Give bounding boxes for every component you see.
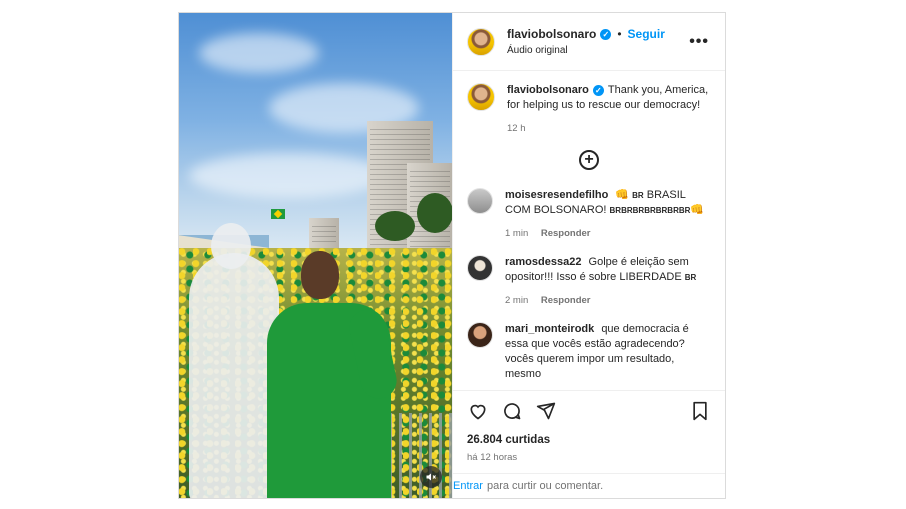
comment-username[interactable]: mari_monteirodk (505, 323, 594, 335)
paper-plane-icon (536, 402, 556, 419)
save-button[interactable] (687, 398, 713, 424)
avatar[interactable] (467, 255, 493, 281)
comment-time: 2 min (505, 295, 529, 306)
separator-dot: • (617, 27, 622, 41)
building (309, 218, 339, 248)
comment-button[interactable] (499, 398, 525, 424)
avatar[interactable] (467, 188, 493, 214)
share-button[interactable] (533, 398, 559, 424)
bookmark-icon (693, 401, 707, 420)
verified-badge-icon: ✓ (592, 85, 604, 96)
flag-text: BR (632, 191, 644, 200)
palm-tree (375, 211, 415, 241)
comment-username[interactable]: ramosdessa22 (505, 256, 581, 268)
header-line: flaviobolsonaro ✓ • Seguir (507, 27, 665, 41)
comment-emoji: 👊 (615, 189, 630, 201)
reply-button[interactable]: Responder (541, 228, 591, 239)
comment-body: ramosdessa22 Golpe é eleição sem oposito… (505, 255, 711, 308)
cloud (189, 153, 389, 198)
heart-icon (470, 404, 486, 419)
post-timestamp: há 12 horas (467, 452, 518, 463)
comment-username[interactable]: moisesresendefilho (505, 189, 608, 201)
add-comment-bar: Entrar para curtir ou comentar. (453, 473, 725, 498)
caption-time: 12 h (507, 123, 526, 134)
brazil-flag (271, 209, 285, 219)
audio-link[interactable]: Áudio original (507, 45, 665, 56)
comment-item: moisesresendefilho 👊 BR BRASIL COM BOLSO… (467, 188, 711, 241)
mute-button[interactable] (420, 466, 442, 488)
caption: flaviobolsonaro ✓ Thank you, America, for … (467, 83, 711, 136)
caption-username[interactable]: flaviobolsonaro (507, 84, 589, 96)
comment-time: 1 min (505, 228, 529, 239)
login-link[interactable]: Entrar (453, 480, 483, 492)
comment-item: ramosdessa22 Golpe é eleição sem oposito… (467, 255, 711, 308)
reply-button[interactable]: Responder (541, 295, 591, 306)
post-photo[interactable] (179, 13, 452, 498)
more-options-icon[interactable]: ••• (689, 33, 709, 51)
comment-emoji: 👊 (690, 204, 705, 216)
like-button[interactable] (465, 398, 491, 424)
cardboard-silhouette (189, 223, 279, 498)
palm-tree (417, 193, 452, 233)
avatar[interactable] (467, 322, 493, 348)
load-more: + (467, 150, 711, 170)
comment-meta: 2 min Responder (505, 293, 711, 308)
action-bar (453, 390, 725, 430)
cloud (199, 33, 319, 73)
username-link[interactable]: flaviobolsonaro (507, 27, 596, 41)
comment-bubble-icon (504, 402, 521, 419)
follow-button[interactable]: Seguir (628, 27, 665, 41)
verified-badge-icon: ✓ (600, 28, 612, 40)
flag-text: BRBRBRBRBRBRBR (609, 206, 691, 215)
avatar[interactable] (467, 83, 495, 111)
caption-meta: 12 h (507, 121, 711, 136)
avatar[interactable] (467, 27, 495, 56)
comment-body: mari_monteirodk que democracia é essa qu… (505, 322, 711, 382)
comment-item: mari_monteirodk que democracia é essa qu… (467, 322, 711, 382)
comment-body: moisesresendefilho 👊 BR BRASIL COM BOLSO… (505, 188, 711, 241)
instagram-post: flaviobolsonaro ✓ • Seguir Áudio origina… (178, 12, 726, 499)
caption-body: flaviobolsonaro ✓ Thank you, America, for … (507, 83, 711, 136)
post-side-panel: flaviobolsonaro ✓ • Seguir Áudio origina… (452, 13, 725, 498)
likes-count[interactable]: 26.804 curtidas (453, 430, 725, 446)
header-text: flaviobolsonaro ✓ • Seguir Áudio origina… (507, 27, 665, 56)
flag-text: BR (684, 273, 697, 282)
comments-list[interactable]: flaviobolsonaro ✓ Thank you, America, for … (453, 71, 725, 390)
load-more-comments-button[interactable]: + (579, 150, 599, 170)
add-comment-text: para curtir ou comentar. (486, 480, 604, 492)
man-head (301, 251, 339, 299)
comment-meta: 1 min Responder (505, 226, 711, 241)
post-header: flaviobolsonaro ✓ • Seguir Áudio origina… (453, 13, 725, 71)
speaker-muted-icon (426, 473, 436, 481)
